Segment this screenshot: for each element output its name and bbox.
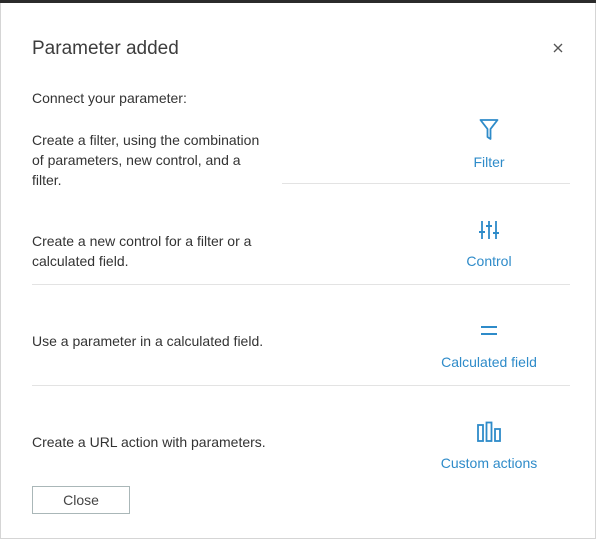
custom-actions-label: Custom actions [440,455,538,471]
custom-actions-action-button[interactable]: Custom actions [419,421,559,472]
divider [282,183,570,184]
filter-action-button[interactable]: Filter [419,118,559,171]
calculated-field-action-button[interactable]: Calculated field [419,320,559,371]
calculated-field-label: Calculated field [441,354,537,370]
equals-icon [419,320,559,347]
dialog-title: Parameter added [32,38,179,59]
sliders-icon [419,219,559,246]
filter-icon [419,118,559,147]
close-icon[interactable] [549,39,567,57]
option-row-control: Create a new control for a filter or a c… [32,221,570,284]
option-row-calculated-field: Use a parameter in a calculated field. C… [32,326,570,385]
parameter-added-dialog: Parameter added Connect your parameter: … [0,3,596,539]
bar-chart-icon [419,421,559,448]
divider [32,284,570,285]
option-row-custom-actions: Create a URL action with parameters. Cus… [32,421,570,471]
option-description: Create a URL action with parameters. [32,434,266,450]
dialog-subtitle: Connect your parameter: [32,90,187,106]
option-description: Create a filter, using the combination o… [32,132,260,188]
control-label: Control [466,253,512,269]
filter-label: Filter [473,154,505,170]
option-row-filter: Create a filter, using the combination o… [32,119,570,188]
option-description: Use a parameter in a calculated field. [32,333,264,349]
option-description: Create a new control for a filter or a c… [32,233,252,269]
divider [32,385,570,386]
control-action-button[interactable]: Control [419,219,559,270]
close-button[interactable]: Close [32,486,130,514]
